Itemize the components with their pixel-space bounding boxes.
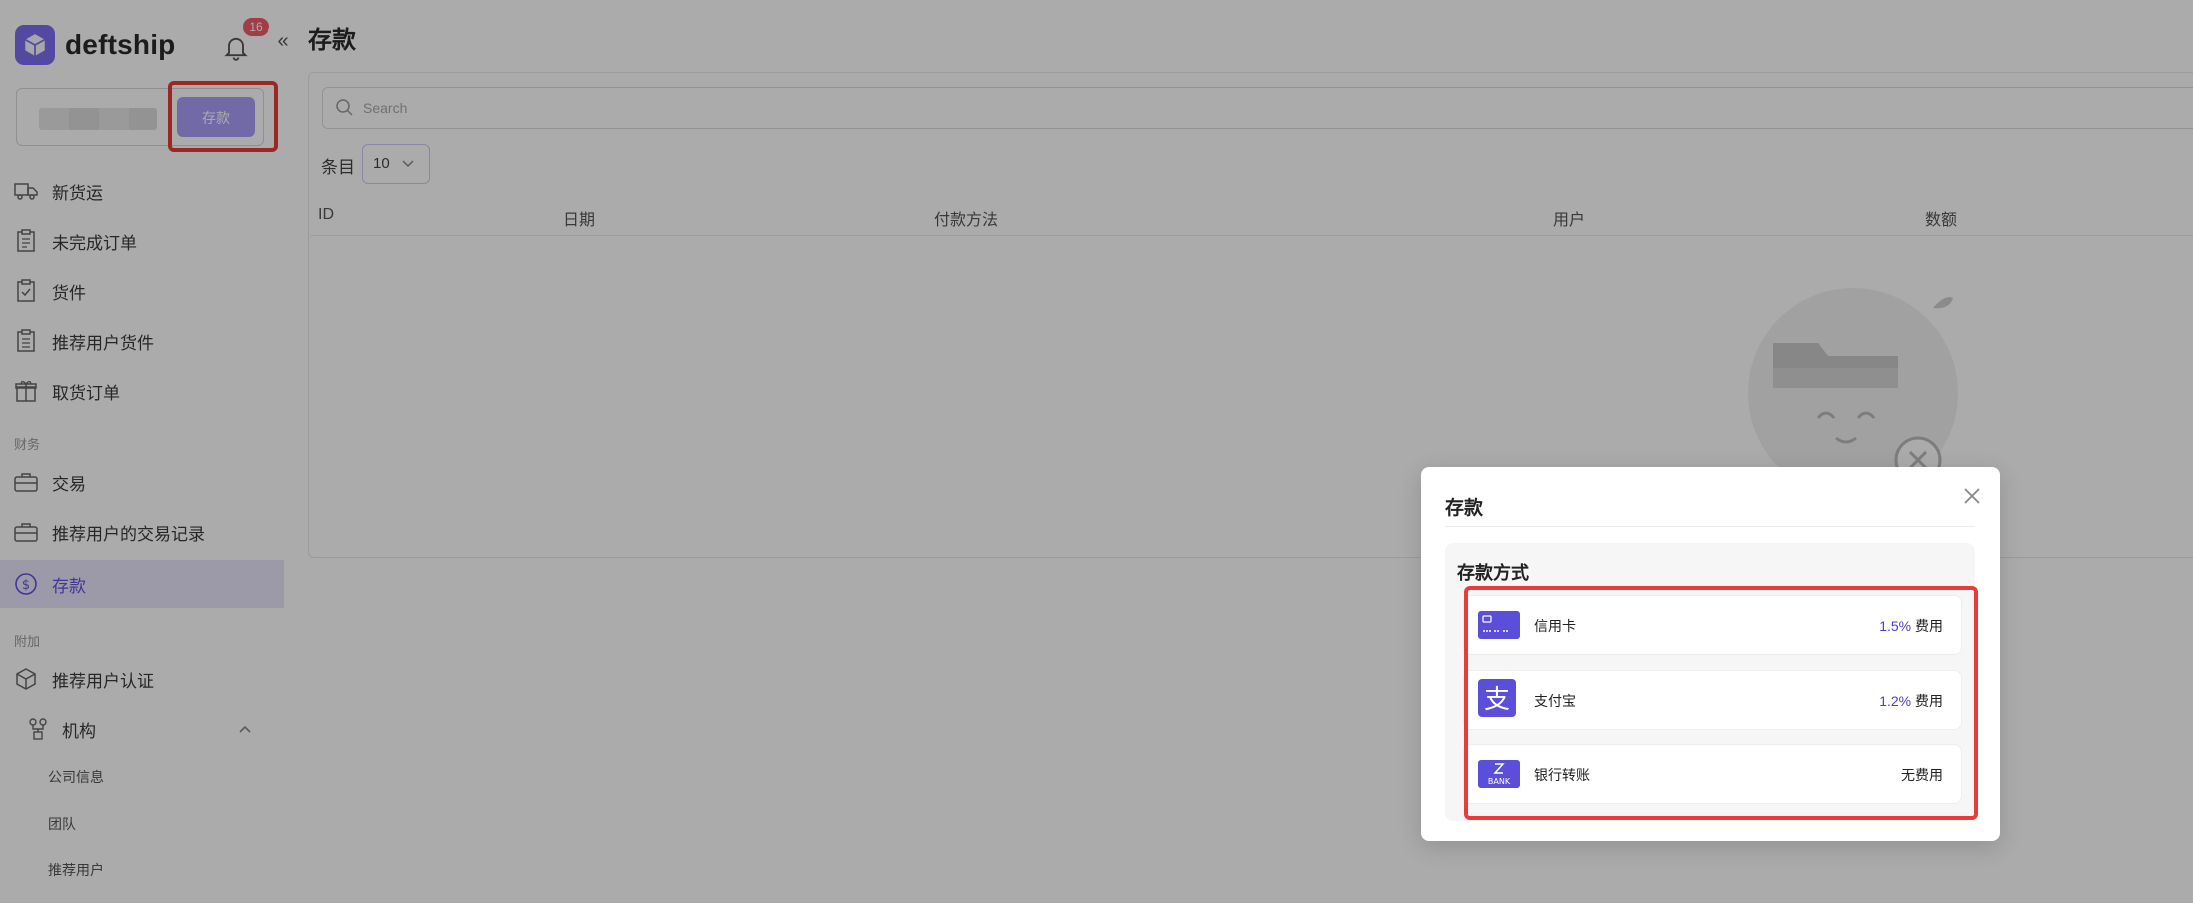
deposit-methods-title: 存款方式 [1457, 563, 1529, 583]
highlight-annotation [1464, 586, 1978, 820]
close-icon[interactable] [1961, 485, 1983, 507]
modal-title: 存款 [1445, 498, 1484, 519]
modal-divider [1445, 526, 1975, 527]
